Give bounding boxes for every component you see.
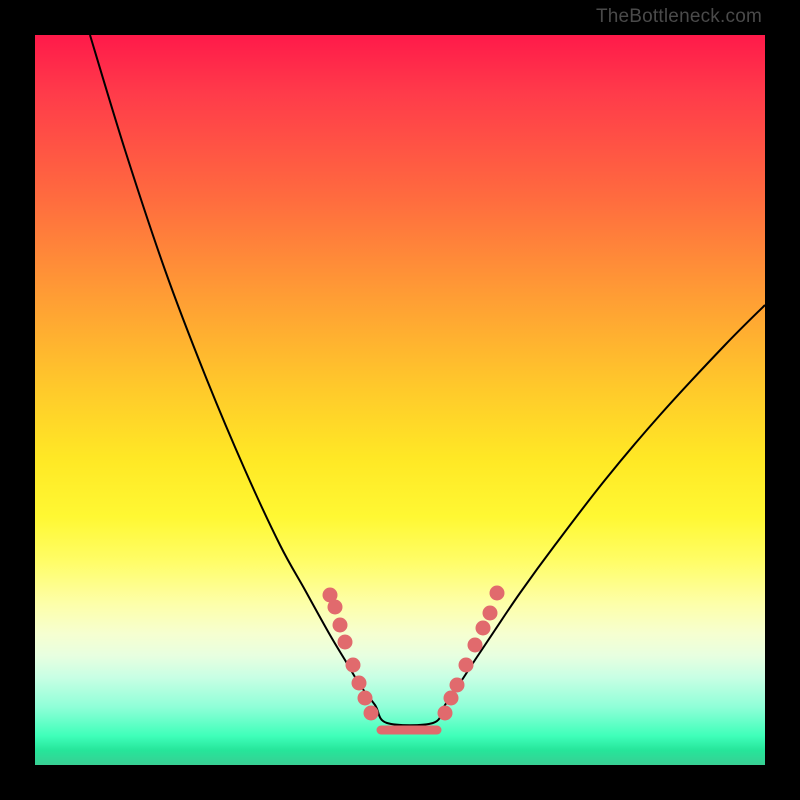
marker-dot [490, 586, 505, 601]
curve-svg [35, 35, 765, 765]
marker-dot [358, 691, 373, 706]
marker-dot [450, 678, 465, 693]
marker-dot [352, 676, 367, 691]
marker-dot [364, 706, 379, 721]
watermark-text: TheBottleneck.com [596, 6, 762, 28]
marker-dot [483, 606, 498, 621]
marker-dot [338, 635, 353, 650]
chart-plot-area [35, 35, 765, 765]
bottleneck-curve [90, 35, 765, 725]
marker-dot [459, 658, 474, 673]
marker-dot [438, 706, 453, 721]
marker-dot [333, 618, 348, 633]
marker-dot [328, 600, 343, 615]
marker-dot [476, 621, 491, 636]
marker-dot [468, 638, 483, 653]
marker-dot [346, 658, 361, 673]
marker-dot [444, 691, 459, 706]
marker-dots [323, 586, 505, 721]
